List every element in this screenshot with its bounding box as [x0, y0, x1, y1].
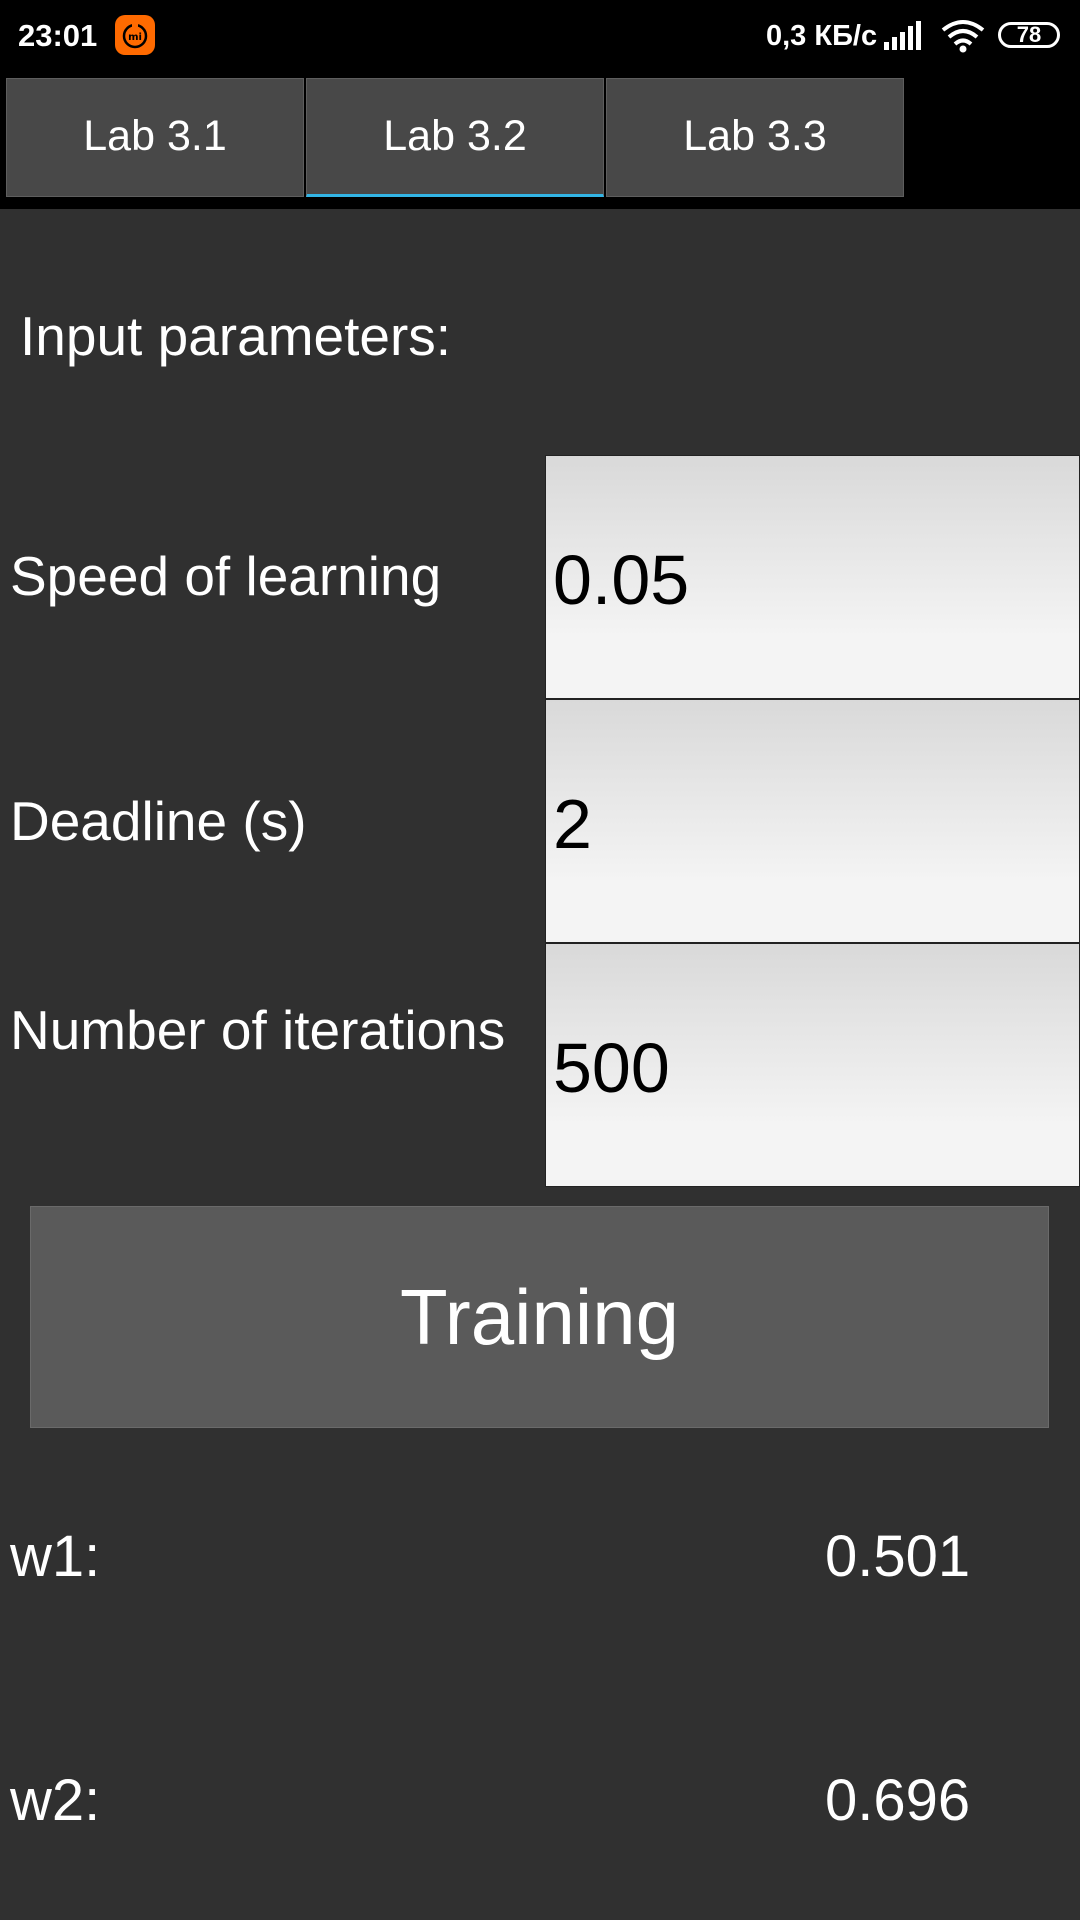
tab-lab-3-3[interactable]: Lab 3.3: [606, 78, 904, 197]
deadline-input[interactable]: [545, 699, 1080, 943]
deadline-label: Deadline (s): [10, 790, 307, 852]
main-content: Input parameters: Speed of learning Dead…: [0, 209, 1080, 1920]
battery-icon: 78: [998, 22, 1060, 48]
speed-of-learning-label: Speed of learning: [10, 545, 442, 607]
speed-of-learning-input[interactable]: [545, 455, 1080, 699]
network-speed: 0,3 КБ/с: [766, 20, 878, 52]
mi-icon: mi: [115, 15, 155, 55]
svg-text:mi: mi: [128, 32, 142, 43]
tab-bar: Lab 3.1 Lab 3.2 Lab 3.3: [0, 72, 1080, 209]
tab-lab-3-2[interactable]: Lab 3.2: [306, 78, 604, 197]
section-title: Input parameters:: [20, 305, 452, 367]
status-time: 23:01: [18, 18, 98, 53]
status-bar: 23:01 mi 0,3 КБ/с 78: [0, 0, 1080, 72]
w2-value: 0.696: [825, 1768, 971, 1833]
w1-value: 0.501: [825, 1524, 971, 1589]
number-of-iterations-input[interactable]: [545, 943, 1080, 1187]
signal-icon: [883, 20, 923, 57]
w1-label: w1:: [10, 1524, 101, 1589]
w2-label: w2:: [10, 1768, 101, 1833]
training-button[interactable]: Training: [30, 1206, 1049, 1428]
wifi-icon: [940, 18, 986, 59]
number-of-iterations-label: Number of iterations: [10, 999, 506, 1061]
tab-lab-3-1[interactable]: Lab 3.1: [6, 78, 304, 197]
